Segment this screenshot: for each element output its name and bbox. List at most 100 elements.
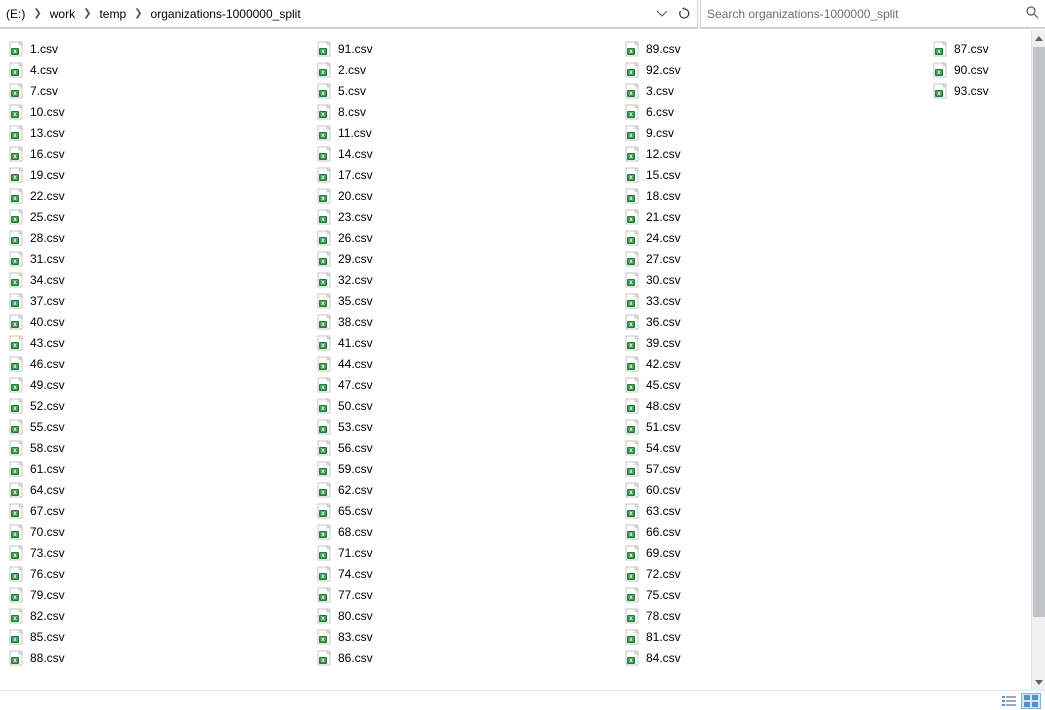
file-item[interactable]: X 73.csv — [4, 542, 312, 563]
file-item[interactable]: X 74.csv — [312, 563, 620, 584]
file-item[interactable]: X 81.csv — [620, 626, 928, 647]
file-item[interactable]: X 76.csv — [4, 563, 312, 584]
chevron-right-icon[interactable]: ❯ — [130, 8, 146, 19]
file-item[interactable]: X 72.csv — [620, 563, 928, 584]
file-item[interactable]: X 32.csv — [312, 269, 620, 290]
details-view-button[interactable] — [999, 693, 1019, 709]
file-item[interactable]: X 57.csv — [620, 458, 928, 479]
file-item[interactable]: X 90.csv — [928, 59, 1031, 80]
file-item[interactable]: X 46.csv — [4, 353, 312, 374]
file-item[interactable]: X 24.csv — [620, 227, 928, 248]
chevron-right-icon[interactable]: ❯ — [29, 8, 45, 19]
file-item[interactable]: X 82.csv — [4, 605, 312, 626]
file-item[interactable]: X 77.csv — [312, 584, 620, 605]
file-item[interactable]: X 47.csv — [312, 374, 620, 395]
file-item[interactable]: X 20.csv — [312, 185, 620, 206]
refresh-button[interactable] — [675, 4, 693, 24]
file-item[interactable]: X 52.csv — [4, 395, 312, 416]
file-item[interactable]: X 22.csv — [4, 185, 312, 206]
file-item[interactable]: X 87.csv — [928, 38, 1031, 59]
scroll-thumb[interactable] — [1033, 47, 1045, 617]
file-item[interactable]: X 64.csv — [4, 479, 312, 500]
breadcrumb[interactable]: (E:) ❯ work ❯ temp ❯ organizations-10000… — [0, 0, 698, 28]
thumbnails-view-button[interactable] — [1021, 693, 1041, 709]
search-box[interactable] — [700, 0, 1045, 28]
chevron-right-icon[interactable]: ❯ — [79, 8, 95, 19]
file-item[interactable]: X 44.csv — [312, 353, 620, 374]
file-item[interactable]: X 68.csv — [312, 521, 620, 542]
file-item[interactable]: X 41.csv — [312, 332, 620, 353]
file-item[interactable]: X 60.csv — [620, 479, 928, 500]
file-item[interactable]: X 2.csv — [312, 59, 620, 80]
file-item[interactable]: X 5.csv — [312, 80, 620, 101]
file-item[interactable]: X 23.csv — [312, 206, 620, 227]
file-item[interactable]: X 45.csv — [620, 374, 928, 395]
file-item[interactable]: X 75.csv — [620, 584, 928, 605]
file-item[interactable]: X 15.csv — [620, 164, 928, 185]
file-item[interactable]: X 66.csv — [620, 521, 928, 542]
breadcrumb-drive[interactable]: (E:) — [2, 0, 29, 27]
file-item[interactable]: X 84.csv — [620, 647, 928, 668]
breadcrumb-part-2[interactable]: organizations-1000000_split — [147, 0, 305, 27]
file-item[interactable]: X 49.csv — [4, 374, 312, 395]
file-item[interactable]: X 78.csv — [620, 605, 928, 626]
file-item[interactable]: X 70.csv — [4, 521, 312, 542]
file-item[interactable]: X 86.csv — [312, 647, 620, 668]
file-item[interactable]: X 62.csv — [312, 479, 620, 500]
file-item[interactable]: X 39.csv — [620, 332, 928, 353]
file-item[interactable]: X 89.csv — [620, 38, 928, 59]
file-item[interactable]: X 13.csv — [4, 122, 312, 143]
file-item[interactable]: X 58.csv — [4, 437, 312, 458]
file-item[interactable]: X 65.csv — [312, 500, 620, 521]
file-item[interactable]: X 42.csv — [620, 353, 928, 374]
file-item[interactable]: X 26.csv — [312, 227, 620, 248]
file-item[interactable]: X 33.csv — [620, 290, 928, 311]
file-item[interactable]: X 61.csv — [4, 458, 312, 479]
file-item[interactable]: X 56.csv — [312, 437, 620, 458]
file-item[interactable]: X 9.csv — [620, 122, 928, 143]
search-icon[interactable] — [1026, 6, 1039, 22]
file-item[interactable]: X 48.csv — [620, 395, 928, 416]
file-item[interactable]: X 29.csv — [312, 248, 620, 269]
file-item[interactable]: X 85.csv — [4, 626, 312, 647]
scroll-up-button[interactable] — [1032, 30, 1045, 46]
file-item[interactable]: X 7.csv — [4, 80, 312, 101]
file-item[interactable]: X 3.csv — [620, 80, 928, 101]
vertical-scrollbar[interactable] — [1031, 30, 1045, 690]
file-item[interactable]: X 53.csv — [312, 416, 620, 437]
breadcrumb-part-0[interactable]: work — [46, 0, 79, 27]
file-item[interactable]: X 80.csv — [312, 605, 620, 626]
file-item[interactable]: X 36.csv — [620, 311, 928, 332]
file-item[interactable]: X 10.csv — [4, 101, 312, 122]
file-item[interactable]: X 40.csv — [4, 311, 312, 332]
file-item[interactable]: X 28.csv — [4, 227, 312, 248]
file-item[interactable]: X 69.csv — [620, 542, 928, 563]
file-item[interactable]: X 67.csv — [4, 500, 312, 521]
file-item[interactable]: X 12.csv — [620, 143, 928, 164]
file-item[interactable]: X 19.csv — [4, 164, 312, 185]
file-item[interactable]: X 91.csv — [312, 38, 620, 59]
scroll-down-button[interactable] — [1032, 674, 1045, 690]
file-item[interactable]: X 55.csv — [4, 416, 312, 437]
file-item[interactable]: X 1.csv — [4, 38, 312, 59]
file-item[interactable]: X 63.csv — [620, 500, 928, 521]
file-item[interactable]: X 83.csv — [312, 626, 620, 647]
file-item[interactable]: X 21.csv — [620, 206, 928, 227]
file-item[interactable]: X 79.csv — [4, 584, 312, 605]
file-item[interactable]: X 11.csv — [312, 122, 620, 143]
file-item[interactable]: X 18.csv — [620, 185, 928, 206]
history-dropdown-button[interactable] — [653, 4, 671, 24]
file-item[interactable]: X 54.csv — [620, 437, 928, 458]
file-item[interactable]: X 34.csv — [4, 269, 312, 290]
search-input[interactable] — [707, 7, 1026, 21]
file-item[interactable]: X 31.csv — [4, 248, 312, 269]
file-item[interactable]: X 59.csv — [312, 458, 620, 479]
file-item[interactable]: X 88.csv — [4, 647, 312, 668]
file-item[interactable]: X 30.csv — [620, 269, 928, 290]
file-item[interactable]: X 38.csv — [312, 311, 620, 332]
file-item[interactable]: X 92.csv — [620, 59, 928, 80]
file-item[interactable]: X 17.csv — [312, 164, 620, 185]
file-item[interactable]: X 25.csv — [4, 206, 312, 227]
file-item[interactable]: X 93.csv — [928, 80, 1031, 101]
breadcrumb-part-1[interactable]: temp — [95, 0, 130, 27]
